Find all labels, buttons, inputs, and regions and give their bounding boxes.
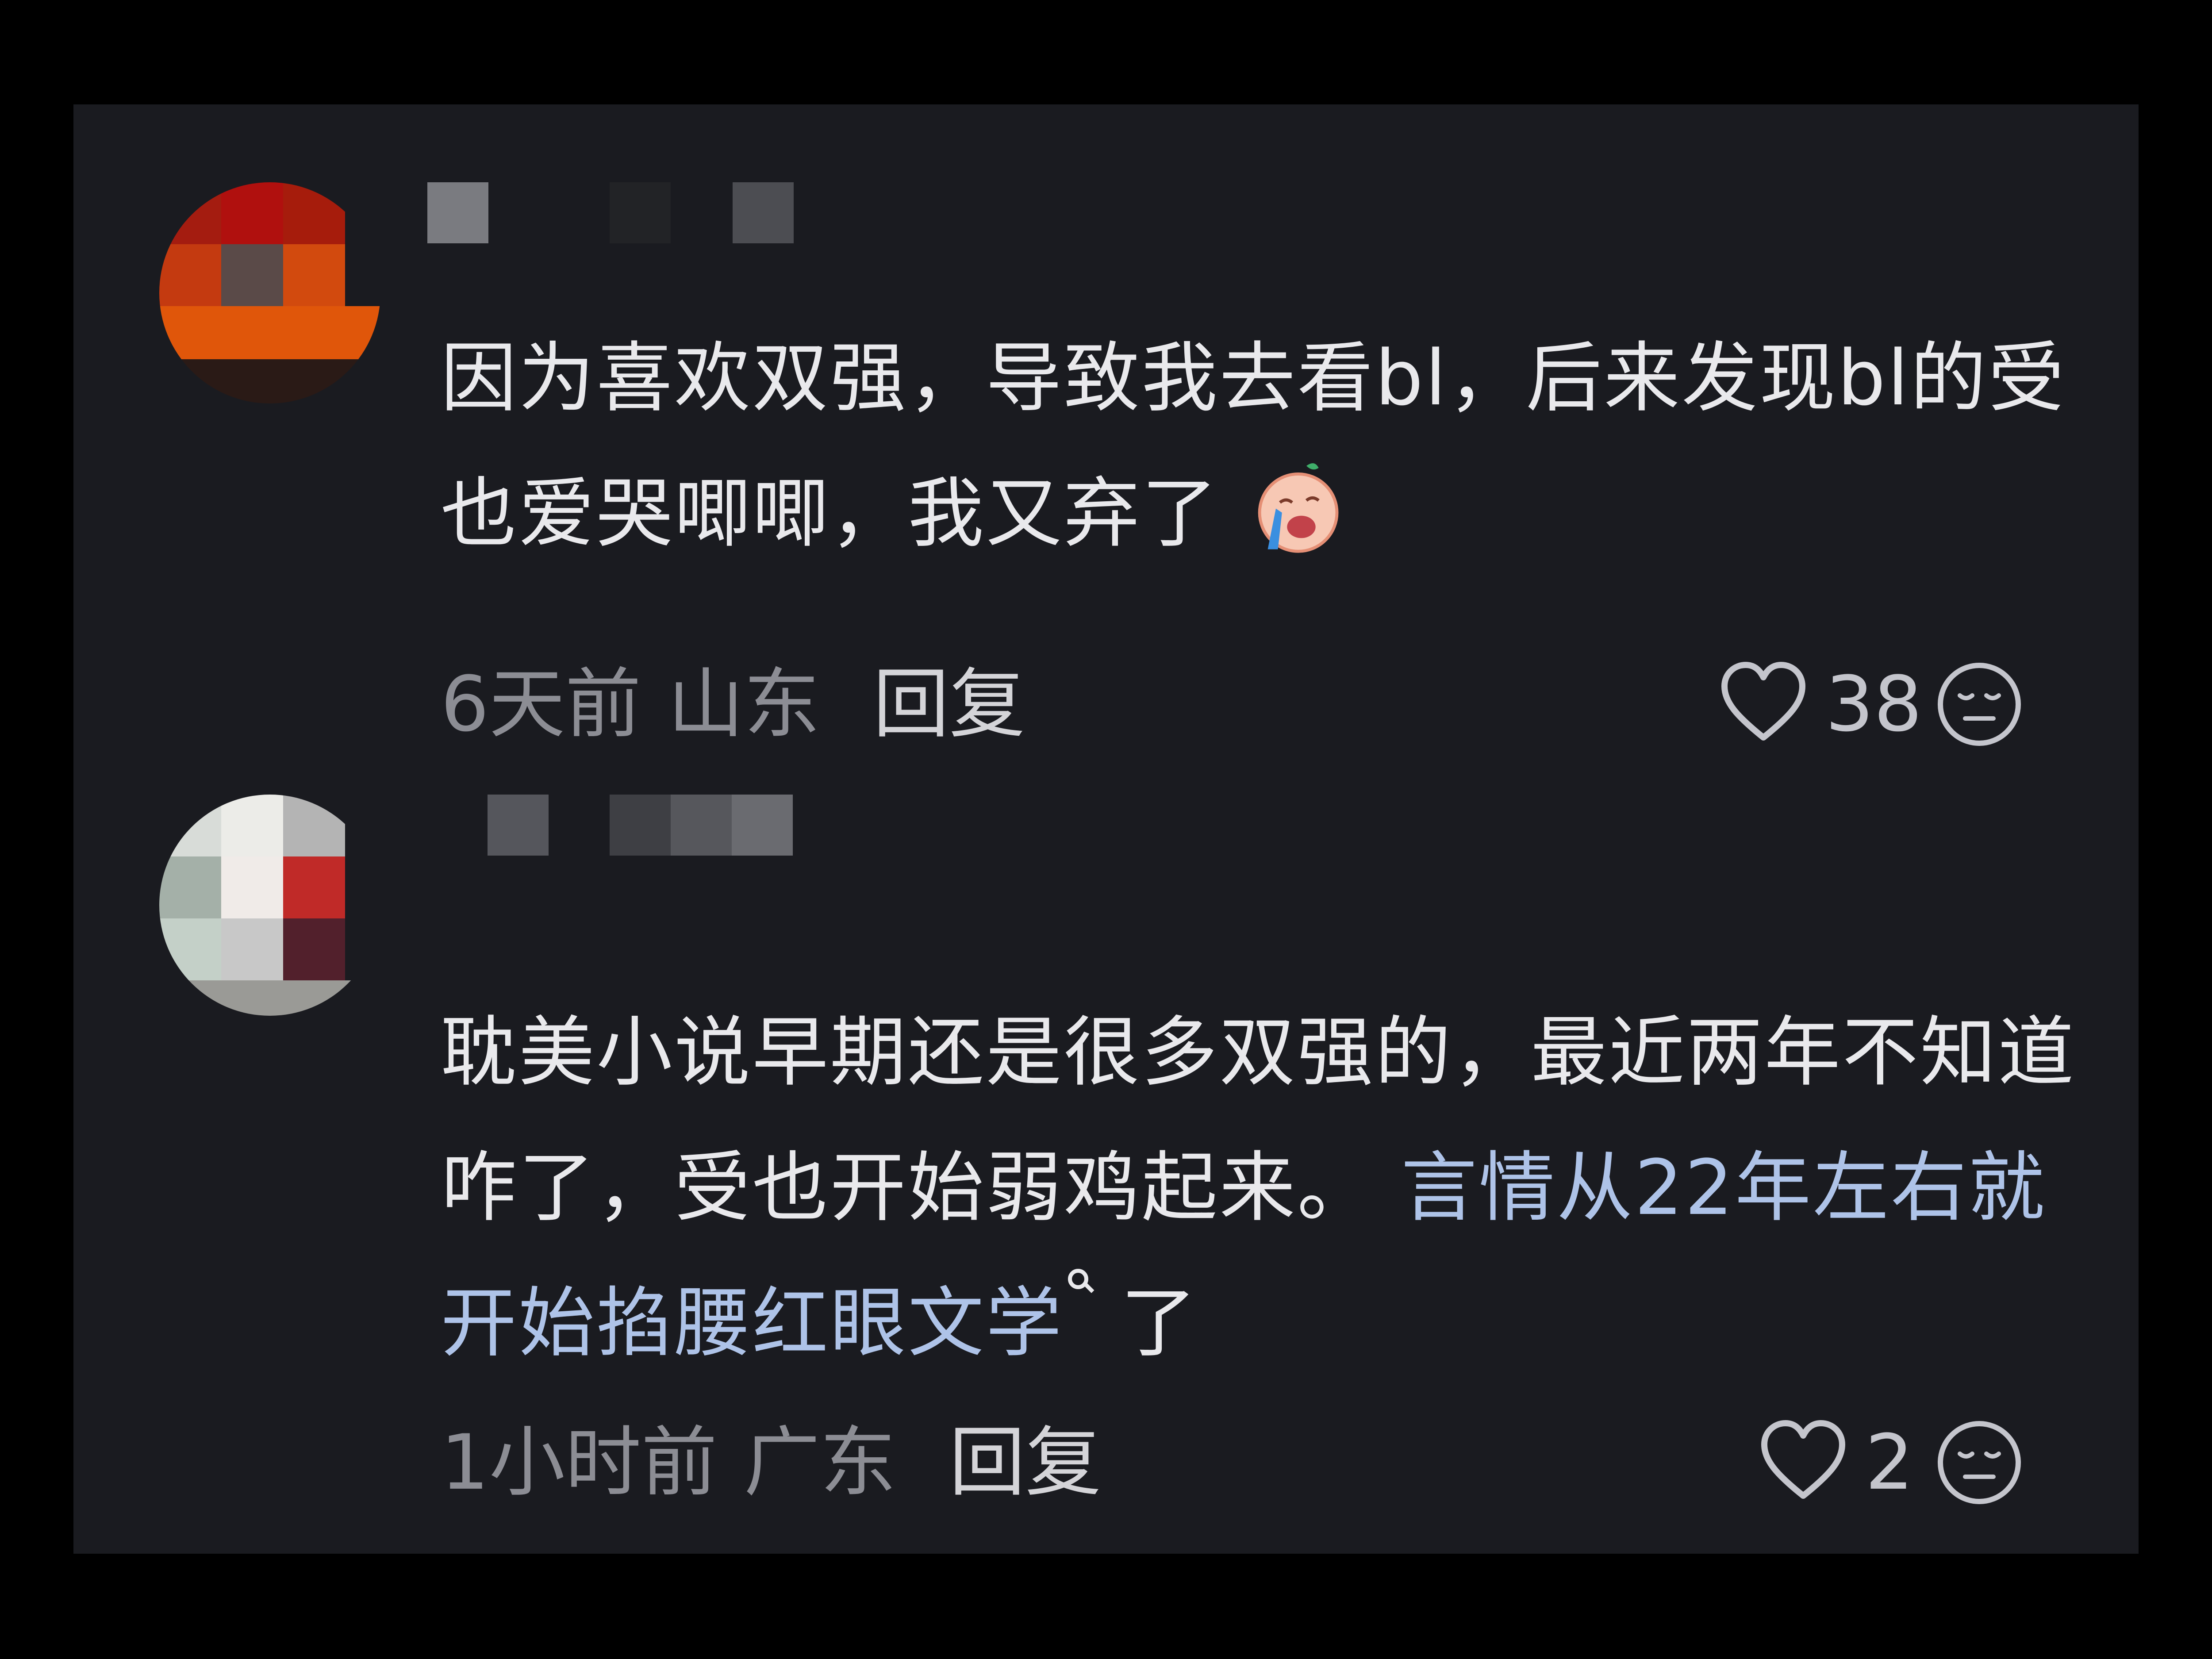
reply-button[interactable]: 回复 — [873, 660, 1025, 749]
comment-panel: 因为喜欢双强，导致我去看bl，后来发现bl的受也爱哭唧唧，我又弃了 6天前 山东回… — [73, 104, 2139, 1554]
dislike-face-icon[interactable] — [1935, 660, 2024, 749]
comment-time: 6天前 — [441, 660, 641, 749]
comment-location: 广东 — [744, 1418, 896, 1507]
dislike-face-icon[interactable] — [1935, 1418, 2024, 1507]
comment-location: 山东 — [668, 660, 820, 749]
comment-text: 因为喜欢双强，导致我去看bl，后来发现bl的受也爱哭唧唧，我又弃了 — [441, 311, 2078, 581]
comment-meta: 6天前 山东 回复 — [441, 656, 1052, 753]
reply-button[interactable]: 回复 — [949, 1418, 1101, 1507]
username-masked[interactable] — [427, 795, 826, 856]
avatar[interactable] — [159, 182, 380, 403]
comment-item: 因为喜欢双强，导致我去看bl，后来发现bl的受也爱哭唧唧，我又弃了 6天前 山东回… — [73, 182, 2139, 802]
like-count: 2 — [1865, 1418, 1914, 1507]
comment-time: 1小时前 — [441, 1418, 718, 1507]
heart-icon — [1721, 662, 1805, 741]
username-masked[interactable] — [427, 182, 826, 244]
like-button[interactable]: 2 — [1759, 1414, 1913, 1511]
avatar[interactable] — [159, 795, 380, 1016]
comment-item: 耽美小说早期还是很多双强的，最近两年不知道咋了，受也开始弱鸡起来。 言情从22年… — [73, 795, 2139, 1547]
comment-text: 耽美小说早期还是很多双强的，最近两年不知道咋了，受也开始弱鸡起来。 言情从22年… — [441, 985, 2078, 1391]
heart-icon — [1761, 1420, 1845, 1499]
crying-baby-emoji-icon — [1258, 463, 1339, 553]
like-count: 38 — [1825, 660, 1922, 749]
comment-meta: 1小时前 广东 回复 — [441, 1414, 1128, 1511]
search-icon[interactable] — [1064, 1256, 1094, 1304]
like-button[interactable]: 38 — [1719, 656, 1922, 753]
comment-body-tail: 了 — [1120, 1279, 1198, 1367]
